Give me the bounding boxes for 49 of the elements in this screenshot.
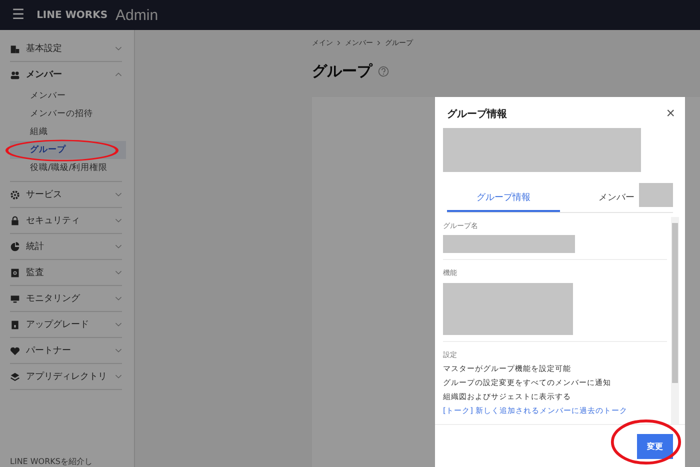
menu-icon[interactable]: ☰ bbox=[12, 7, 25, 23]
chevron-icon bbox=[377, 40, 381, 46]
sidebar-section[interactable]: アップグレード bbox=[10, 312, 122, 337]
sidebar-item[interactable]: 役職/職級/利用権限 bbox=[10, 159, 126, 177]
sidebar-item[interactable]: メンバーの招待 bbox=[10, 105, 126, 123]
building-icon bbox=[10, 44, 20, 54]
box-icon bbox=[10, 320, 20, 330]
caret-icon bbox=[115, 218, 122, 223]
pie-icon bbox=[10, 242, 20, 252]
sidebar-section[interactable]: モニタリング bbox=[10, 286, 122, 311]
footer-link[interactable]: LINE WORKSを紹介し bbox=[10, 456, 92, 467]
tab[interactable]: グループ情報 bbox=[447, 186, 560, 212]
sidebar-item[interactable]: メンバー bbox=[10, 87, 126, 105]
sidebar-section[interactable]: 監査 bbox=[10, 260, 122, 285]
dialog-title: グループ情報 bbox=[447, 107, 507, 120]
caret-icon bbox=[115, 322, 122, 327]
sidebar-item[interactable]: グループ bbox=[10, 141, 126, 159]
sidebar-section[interactable]: メンバー bbox=[10, 62, 122, 87]
caret-icon bbox=[115, 192, 122, 197]
sidebar-section[interactable]: パートナー bbox=[10, 338, 122, 363]
sidebar-section[interactable]: セキュリティ bbox=[10, 208, 122, 233]
sidebar-section[interactable]: サービス bbox=[10, 182, 122, 207]
monitor-icon bbox=[10, 294, 20, 304]
change-button[interactable]: 変更 bbox=[637, 434, 673, 458]
app-title: Admin bbox=[116, 6, 158, 24]
caret-icon bbox=[115, 374, 122, 379]
layers-icon bbox=[10, 372, 20, 382]
sidebar-section[interactable]: 統計 bbox=[10, 234, 122, 259]
lock-icon bbox=[10, 216, 20, 226]
caret-icon bbox=[115, 46, 122, 51]
caret-icon bbox=[115, 348, 122, 353]
sidebar-item[interactable]: 組織 bbox=[10, 123, 126, 141]
page-title: グループ bbox=[312, 62, 372, 81]
sidebar-section[interactable]: アプリディレクトリ bbox=[10, 364, 122, 389]
gear-icon bbox=[10, 190, 20, 200]
caret-icon bbox=[115, 296, 122, 301]
people-icon bbox=[10, 70, 20, 80]
sidebar-section[interactable]: 基本設定 bbox=[10, 36, 122, 61]
close-button[interactable]: × bbox=[666, 105, 675, 122]
caret-icon bbox=[115, 244, 122, 249]
caret-icon bbox=[115, 72, 122, 77]
help-icon[interactable] bbox=[378, 66, 389, 77]
heart-icon bbox=[10, 346, 20, 356]
caret-icon bbox=[115, 270, 122, 275]
chevron-icon bbox=[337, 40, 341, 46]
redaction-block bbox=[639, 183, 673, 207]
doc-icon bbox=[10, 268, 20, 278]
scrollbar[interactable] bbox=[671, 217, 679, 424]
brand-logo: LINE WORKS bbox=[36, 10, 108, 20]
